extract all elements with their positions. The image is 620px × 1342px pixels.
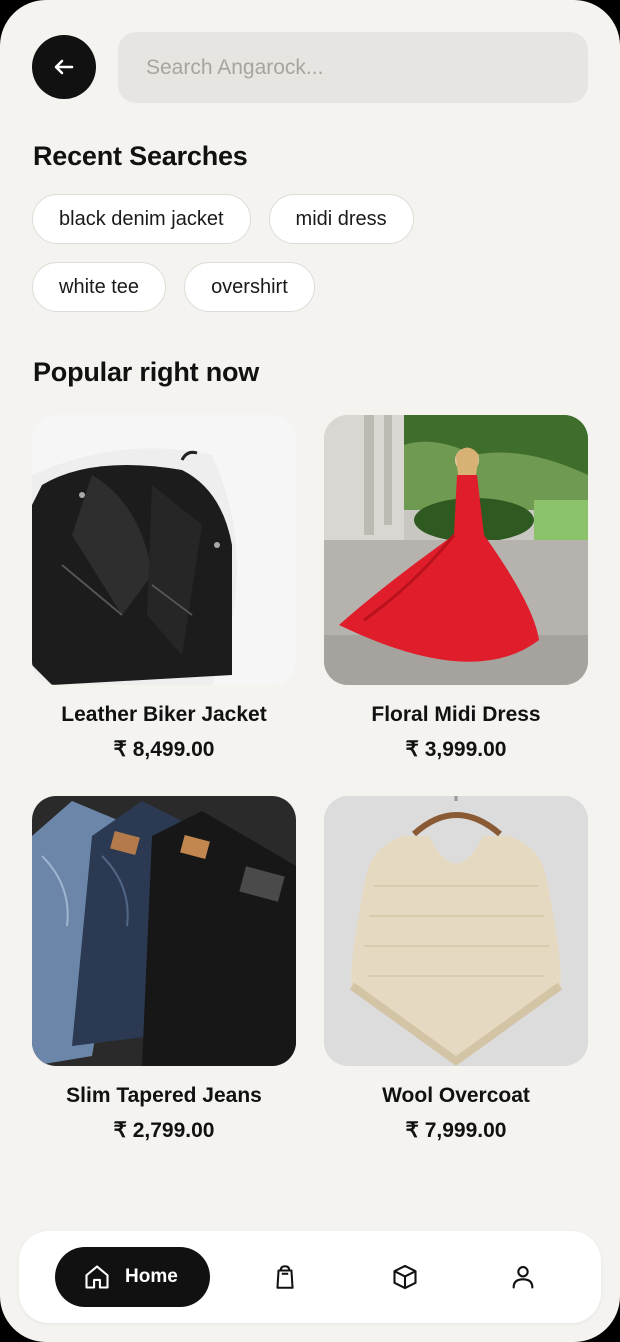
shopping-bag-icon: [276, 1265, 294, 1289]
product-card[interactable]: Floral Midi Dress ₹ 3,999.00: [324, 415, 588, 762]
home-icon: [85, 1265, 109, 1289]
recent-searches-title: Recent Searches: [33, 141, 248, 171]
product-card[interactable]: Wool Overcoat ₹ 7,999.00: [324, 796, 588, 1143]
app-screen: Recent Searches black denim jacket midi …: [0, 0, 620, 1342]
back-button[interactable]: [32, 35, 96, 99]
product-image: [324, 796, 588, 1066]
user-icon: [512, 1266, 534, 1289]
product-card[interactable]: Leather Biker Jacket ₹ 8,499.00: [32, 415, 296, 762]
popular-title: Popular right now: [33, 357, 260, 387]
search-input[interactable]: [144, 54, 588, 81]
product-card[interactable]: Slim Tapered Jeans ₹ 2,799.00: [32, 796, 296, 1143]
product-price: ₹ 8,499.00: [113, 738, 215, 761]
nav-shop[interactable]: [270, 1262, 300, 1292]
product-name: Leather Biker Jacket: [61, 703, 267, 726]
box-icon: [393, 1264, 417, 1290]
product-name: Slim Tapered Jeans: [66, 1084, 262, 1107]
nav-profile[interactable]: [508, 1262, 538, 1292]
recent-search-chips: black denim jacket midi dress white tee …: [32, 194, 592, 330]
product-image: [32, 415, 296, 685]
chip-black-denim-jacket[interactable]: black denim jacket: [32, 194, 251, 244]
chip-white-tee[interactable]: white tee: [32, 262, 167, 312]
product-grid: Leather Biker Jacket ₹ 8,499.00 Floral M…: [32, 415, 588, 1143]
product-image: [324, 415, 588, 685]
bottom-nav: Home: [19, 1231, 601, 1323]
nav-orders[interactable]: [390, 1262, 420, 1292]
product-image: [32, 796, 296, 1066]
search-bar[interactable]: [118, 32, 588, 103]
product-price: ₹ 2,799.00: [113, 1119, 215, 1142]
arrow-left-icon: [54, 59, 74, 75]
chip-midi-dress[interactable]: midi dress: [268, 194, 414, 244]
product-name: Floral Midi Dress: [371, 703, 541, 726]
product-name: Wool Overcoat: [382, 1084, 530, 1107]
product-price: ₹ 7,999.00: [405, 1119, 507, 1142]
product-price: ₹ 3,999.00: [405, 738, 507, 761]
chip-overshirt[interactable]: overshirt: [184, 262, 315, 312]
nav-home-label: Home: [125, 1266, 178, 1287]
nav-home[interactable]: Home: [55, 1247, 210, 1307]
